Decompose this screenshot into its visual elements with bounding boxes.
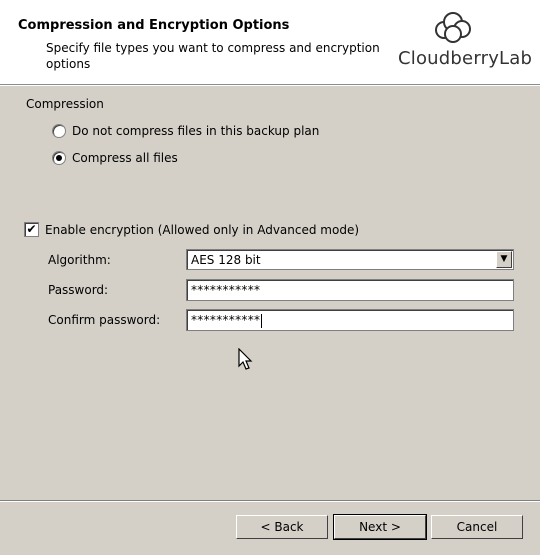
password-label: Password: (48, 283, 109, 297)
page-subtitle: Specify file types you want to compress … (46, 41, 380, 71)
enable-encryption-label: Enable encryption (Allowed only in Advan… (45, 222, 360, 237)
compression-label: Compression (26, 97, 104, 111)
radio-button[interactable] (52, 124, 66, 138)
footer-divider-highlight (0, 501, 540, 502)
mouse-pointer-icon (238, 348, 253, 370)
confirm-password-value: *********** (191, 313, 263, 328)
chevron-down-icon[interactable]: ▼ (496, 251, 512, 268)
password-field[interactable]: *********** (186, 279, 514, 301)
confirm-password-label: Confirm password: (48, 313, 161, 327)
cancel-button[interactable]: Cancel (431, 515, 523, 539)
cloudberry-logo: CloudberryLab (398, 10, 532, 76)
back-button[interactable]: < Back (236, 515, 328, 539)
confirm-password-field[interactable]: *********** (186, 309, 514, 331)
algorithm-label: Algorithm: (48, 253, 111, 267)
radio-compress-all[interactable]: Compress all files (52, 149, 178, 167)
header-divider (0, 85, 540, 86)
next-button[interactable]: Next > (333, 514, 427, 540)
radio-button-selected[interactable] (52, 151, 66, 165)
logo-text: CloudberryLab (398, 48, 533, 69)
algorithm-select[interactable]: AES 128 bit ▼ (186, 249, 514, 270)
radio-no-compression[interactable]: Do not compress files in this backup pla… (52, 122, 319, 140)
enable-encryption-checkbox[interactable]: ✔ Enable encryption (Allowed only in Adv… (24, 222, 359, 237)
checkbox-checked-icon[interactable]: ✔ (24, 222, 39, 237)
algorithm-value: AES 128 bit (191, 253, 261, 267)
cloud-logo-icon (435, 12, 471, 43)
radio-label: Compress all files (72, 151, 178, 165)
wizard-header: Compression and Encryption Options Speci… (0, 0, 540, 85)
page-title: Compression and Encryption Options (18, 18, 290, 33)
radio-label: Do not compress files in this backup pla… (72, 124, 320, 138)
password-value: *********** (191, 283, 261, 297)
